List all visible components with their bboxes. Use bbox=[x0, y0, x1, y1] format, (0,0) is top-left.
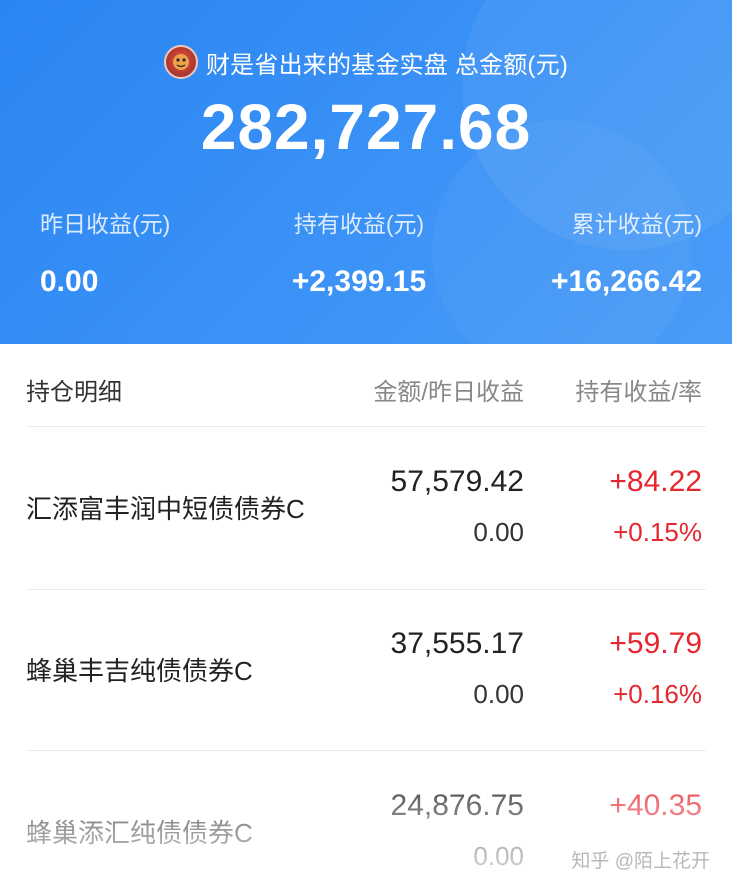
fund-yesterday-profit: 0.00 bbox=[473, 679, 524, 709]
total-amount: 282,727.68 bbox=[200, 91, 532, 163]
fund-profit-rate: +0.15% bbox=[613, 517, 702, 547]
cumulative-profit-stat: 累计收益(元) +16,266.42 bbox=[472, 205, 702, 299]
holdings-header-name: 持仓明细 bbox=[26, 379, 122, 406]
holdings-header-amount[interactable]: 金额/昨日收益 bbox=[373, 372, 524, 407]
yesterday-profit-stat: 昨日收益(元) 0.00 bbox=[40, 205, 270, 299]
portfolio-title-row: 财是省出来的基金实盘 总金额(元) bbox=[0, 42, 732, 82]
fund-amount: 24,876.75 bbox=[390, 789, 524, 822]
fund-name: 蜂巢添汇纯债债券C bbox=[26, 818, 253, 848]
summary-header: 财是省出来的基金实盘 总金额(元) 282,727.68 昨日收益(元) 0.0… bbox=[0, 0, 732, 344]
fund-amount: 37,555.17 bbox=[390, 627, 524, 660]
portfolio-title: 财是省出来的基金实盘 总金额(元) bbox=[205, 51, 569, 79]
watermark: 知乎 @陌上花开 bbox=[571, 851, 710, 872]
yesterday-profit-label: 昨日收益(元) bbox=[40, 211, 171, 237]
avatar-icon[interactable] bbox=[163, 45, 198, 79]
fund-holding-profit: +59.79 bbox=[609, 627, 702, 660]
fund-amount: 57,579.42 bbox=[390, 465, 524, 498]
fund-row[interactable]: 汇添富丰润中短债债券C 57,579.42 0.00 +84.22 +0.15% bbox=[0, 427, 732, 589]
fund-name: 汇添富丰润中短债债券C bbox=[26, 494, 305, 524]
holdings-header-profit[interactable]: 持有收益/率 bbox=[575, 372, 702, 407]
mascot-icon bbox=[172, 54, 189, 70]
fund-name: 蜂巢丰吉纯债债券C bbox=[26, 656, 253, 686]
holdings-list-header: 持仓明细 金额/昨日收益 持有收益/率 bbox=[0, 344, 732, 426]
fund-yesterday-profit: 0.00 bbox=[473, 841, 524, 871]
fund-holding-profit: +84.22 bbox=[609, 465, 702, 498]
fund-row[interactable]: 蜂巢丰吉纯债债券C 37,555.17 0.00 +59.79 +0.16% bbox=[0, 589, 732, 751]
cumulative-profit-label: 累计收益(元) bbox=[571, 211, 702, 237]
holding-profit-label: 持有收益(元) bbox=[293, 211, 425, 237]
fund-yesterday-profit: 0.00 bbox=[473, 517, 524, 547]
yesterday-profit-value: 0.00 bbox=[40, 265, 99, 298]
fund-profit-rate: +0.16% bbox=[613, 679, 702, 709]
holding-profit-stat: 持有收益(元) +2,399.15 bbox=[244, 205, 474, 299]
holding-profit-value: +2,399.15 bbox=[291, 265, 427, 298]
fund-holding-profit: +40.35 bbox=[609, 789, 702, 822]
cumulative-profit-value: +16,266.42 bbox=[551, 265, 702, 298]
fund-portfolio-page: 财是省出来的基金实盘 总金额(元) 282,727.68 昨日收益(元) 0.0… bbox=[0, 0, 732, 887]
